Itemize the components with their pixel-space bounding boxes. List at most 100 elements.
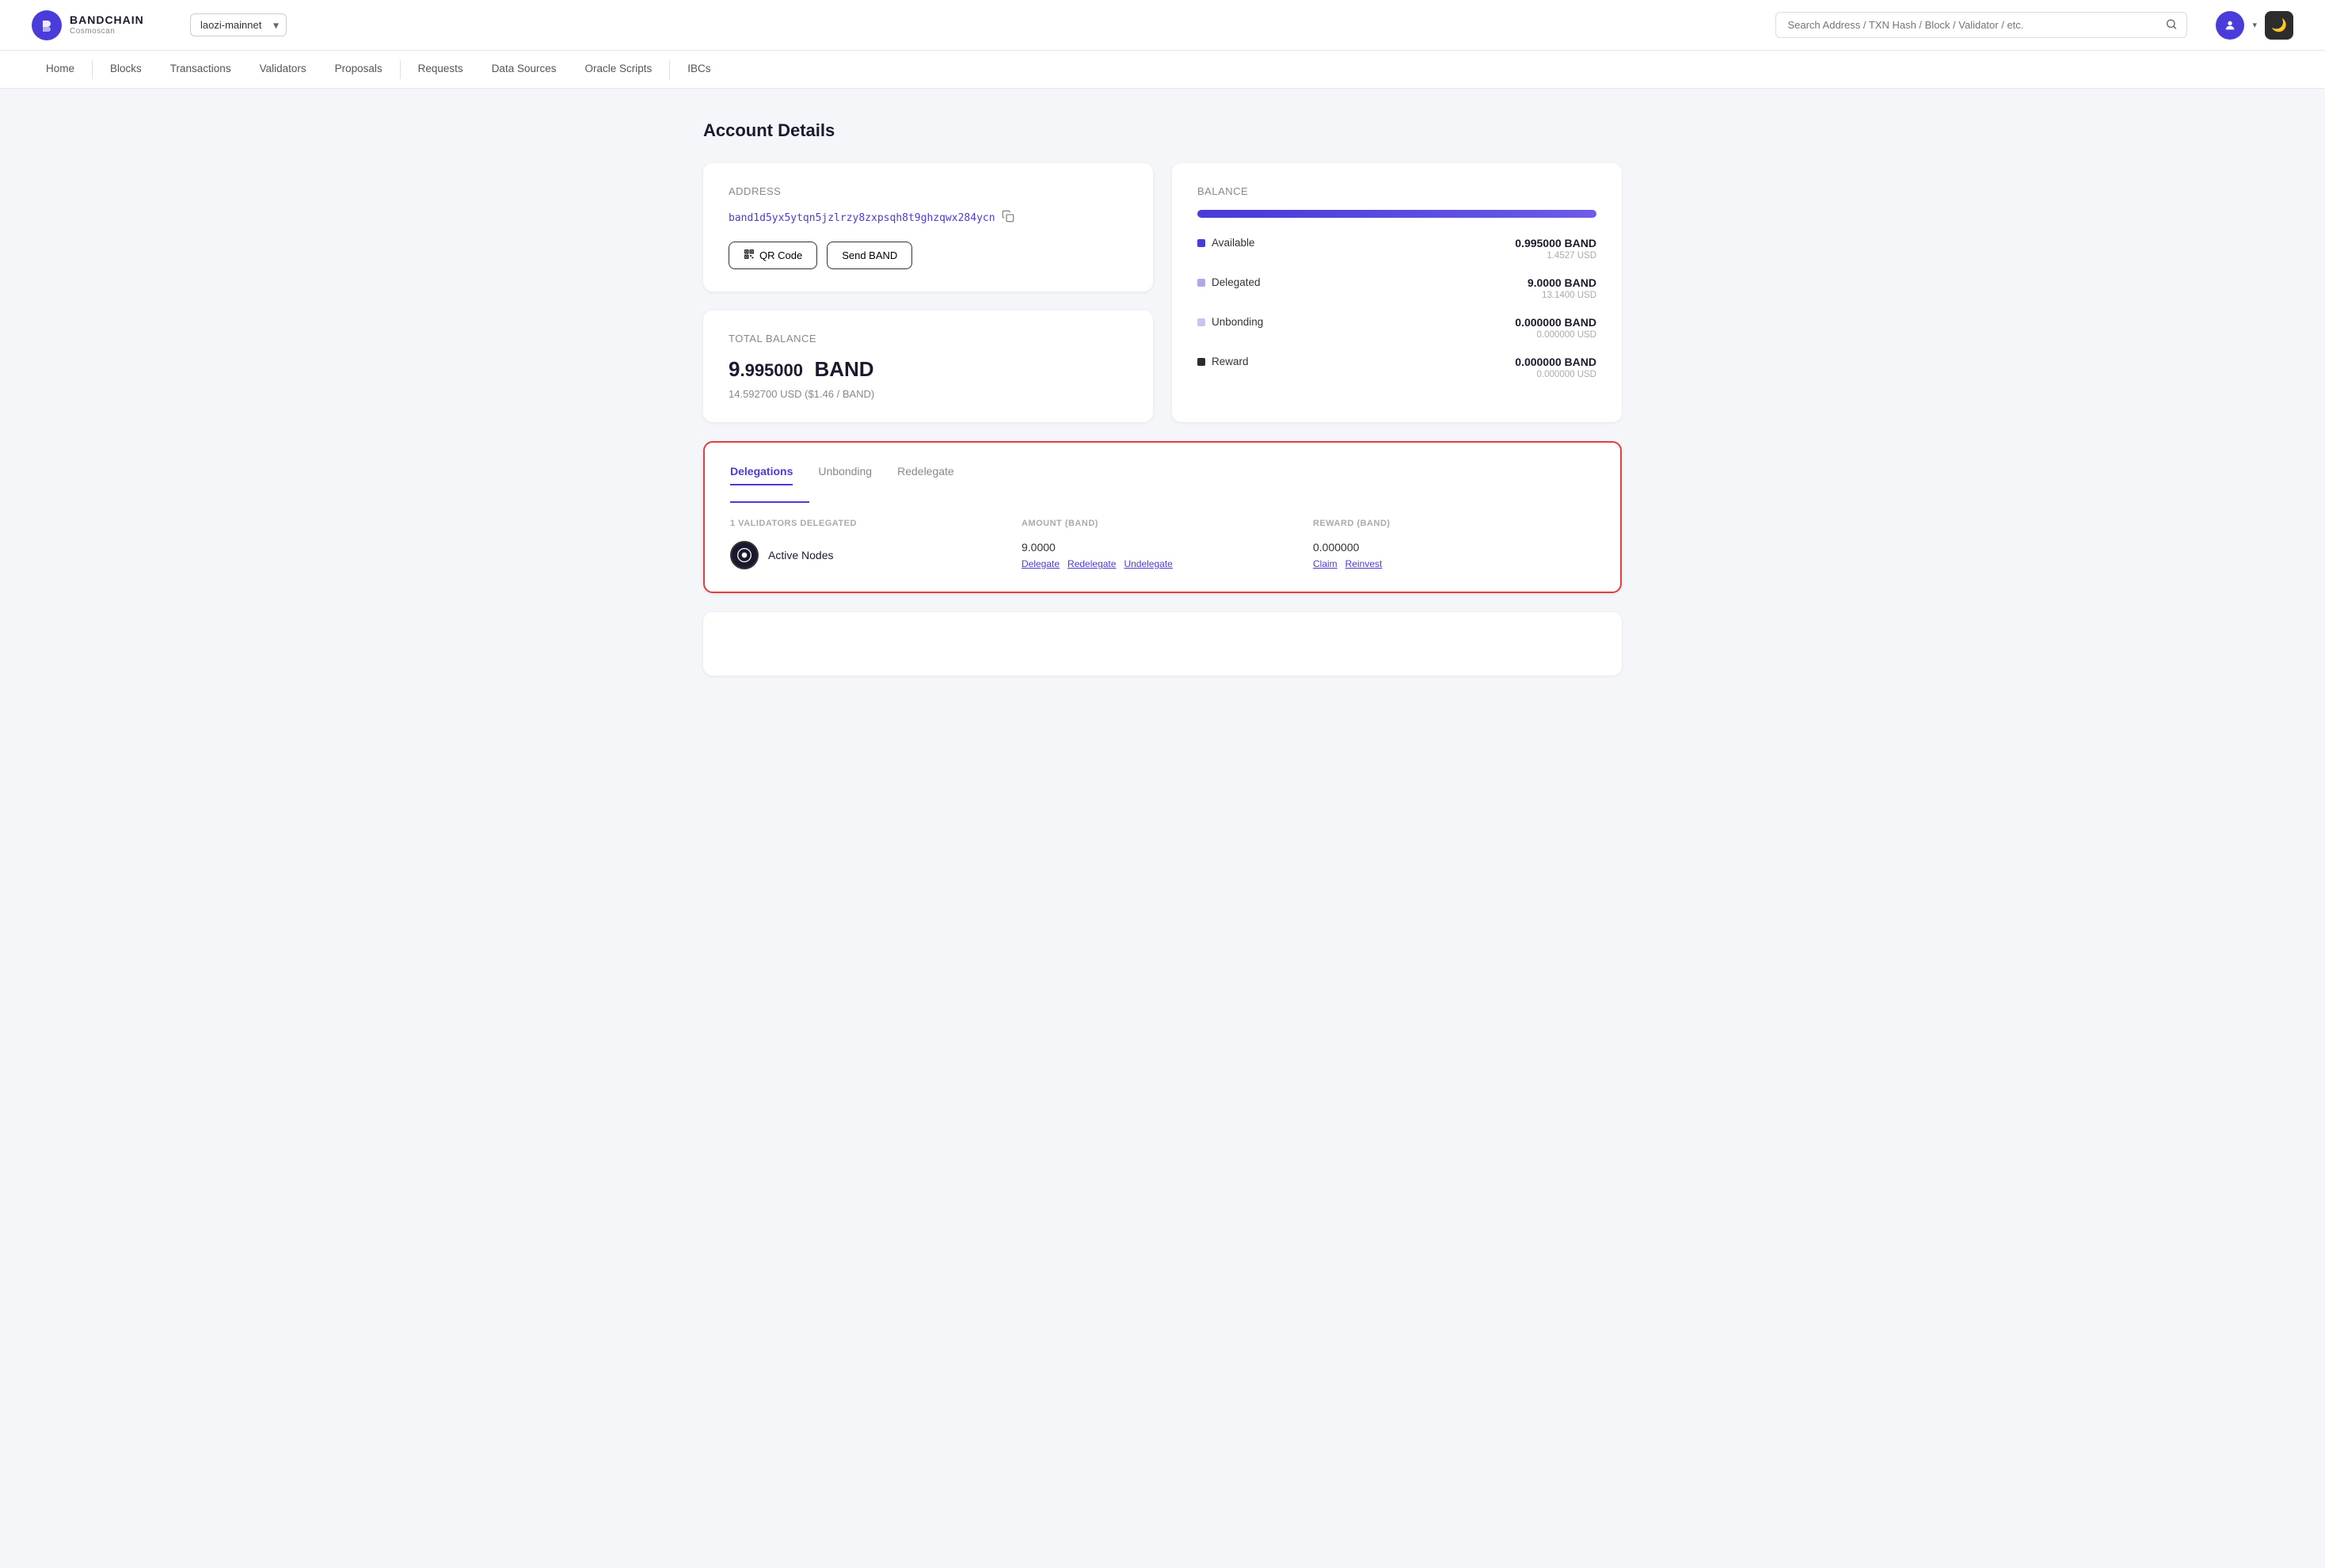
header-amount: AMOUNT (BAND) (1022, 519, 1303, 528)
brand-text: BANDCHAIN Cosmoscan (70, 14, 144, 35)
delegation-amount: 9.0000 (1022, 541, 1303, 554)
available-usd: 1.4527 USD (1515, 251, 1596, 261)
reward-label: Reward (1212, 356, 1249, 367)
main-content: Account Details Address band1d5yx5ytqn5j… (687, 89, 1638, 707)
nav-proposals[interactable]: Proposals (321, 51, 397, 89)
unbonding-values: 0.000000 BAND 0.000000 USD (1515, 316, 1596, 340)
main-nav: Home Blocks Transactions Validators Prop… (0, 51, 2325, 89)
logo-area: BANDCHAIN Cosmoscan (32, 10, 174, 40)
delegation-reward: 0.000000 (1313, 541, 1595, 554)
unbonding-label-group: Unbonding (1197, 316, 1263, 328)
address-text: band1d5yx5ytqn5jzlrzy8zxpsqh8t9ghzqwx284… (729, 212, 995, 224)
brand-name: BANDCHAIN (70, 14, 144, 26)
reward-values: 0.000000 BAND 0.000000 USD (1515, 356, 1596, 379)
balance-row-delegated: Delegated 9.0000 BAND 13.1400 USD (1197, 276, 1596, 300)
reward-label-group: Reward (1197, 356, 1249, 367)
nav-home[interactable]: Home (32, 51, 89, 89)
qr-code-label: QR Code (759, 249, 802, 261)
network-dropdown[interactable]: laozi-mainnet (190, 13, 287, 36)
network-selector[interactable]: laozi-mainnet (190, 13, 287, 36)
nav-requests[interactable]: Requests (404, 51, 478, 89)
reward-action-links: Claim Reinvest (1313, 558, 1595, 569)
header-right: ▾ 🌙 (2216, 11, 2293, 40)
validator-name: Active Nodes (768, 549, 833, 561)
available-label: Available (1212, 237, 1255, 249)
delegated-label-group: Delegated (1197, 276, 1261, 288)
reward-band: 0.000000 BAND (1515, 356, 1596, 368)
undelegate-link[interactable]: Undelegate (1124, 558, 1172, 569)
nav-divider-1 (92, 60, 93, 79)
redelegate-link[interactable]: Redelegate (1067, 558, 1116, 569)
total-balance-label: Total Balance (729, 333, 1128, 344)
header: BANDCHAIN Cosmoscan laozi-mainnet ▾ 🌙 (0, 0, 2325, 51)
search-icon (2165, 17, 2178, 32)
available-values: 0.995000 BAND 1.4527 USD (1515, 237, 1596, 261)
delegated-values: 9.0000 BAND 13.1400 USD (1528, 276, 1596, 300)
tab-redelegate[interactable]: Redelegate (897, 465, 954, 485)
nav-transactions[interactable]: Transactions (156, 51, 245, 89)
delegation-table-headers: 1 VALIDATORS DELEGATED AMOUNT (BAND) REW… (730, 519, 1595, 528)
unbonding-band: 0.000000 BAND (1515, 316, 1596, 329)
nav-data-sources[interactable]: Data Sources (478, 51, 571, 89)
copy-icon[interactable] (1002, 210, 1014, 226)
delegation-reward-col: 0.000000 Claim Reinvest (1313, 541, 1595, 569)
qr-icon (744, 249, 755, 262)
dark-mode-toggle[interactable]: 🌙 (2265, 11, 2293, 40)
search-input[interactable] (1775, 12, 2187, 38)
delegation-amount-col: 9.0000 Delegate Redelegate Undelegate (1022, 541, 1303, 569)
delegated-label: Delegated (1212, 276, 1261, 288)
left-column: Address band1d5yx5ytqn5jzlrzy8zxpsqh8t9g… (703, 163, 1153, 422)
nav-ibcs[interactable]: IBCs (673, 51, 725, 89)
send-band-button[interactable]: Send BAND (827, 242, 912, 269)
brand-sub: Cosmoscan (70, 27, 144, 36)
nav-divider-3 (669, 60, 670, 79)
balance-bar-container (1197, 210, 1596, 218)
tab-delegations[interactable]: Delegations (730, 465, 793, 485)
delegated-band: 9.0000 BAND (1528, 276, 1596, 289)
nav-oracle-scripts[interactable]: Oracle Scripts (570, 51, 666, 89)
send-band-label: Send BAND (842, 249, 897, 261)
balance-row-reward: Reward 0.000000 BAND 0.000000 USD (1197, 356, 1596, 379)
balance-whole: 9 (729, 357, 740, 381)
header-validators: 1 VALIDATORS DELEGATED (730, 519, 1012, 528)
delegation-action-links: Delegate Redelegate Undelegate (1022, 558, 1303, 569)
top-cards-row: Address band1d5yx5ytqn5jzlrzy8zxpsqh8t9g… (703, 163, 1622, 422)
user-avatar[interactable] (2216, 11, 2244, 40)
nav-divider-2 (400, 60, 401, 79)
validator-logo (730, 541, 759, 569)
unbonding-usd: 0.000000 USD (1515, 330, 1596, 340)
available-band: 0.995000 BAND (1515, 237, 1596, 249)
action-buttons: QR Code Send BAND (729, 242, 1128, 269)
total-balance-amount: 9.995000 BAND (729, 357, 1128, 382)
address-label: Address (729, 185, 1128, 197)
delegate-link[interactable]: Delegate (1022, 558, 1060, 569)
balance-unit: BAND (814, 357, 873, 381)
header-reward: REWARD (BAND) (1313, 519, 1595, 528)
total-balance-usd: 14.592700 USD ($1.46 / BAND) (729, 388, 1128, 400)
address-card: Address band1d5yx5ytqn5jzlrzy8zxpsqh8t9g… (703, 163, 1153, 291)
balance-row-unbonding: Unbonding 0.000000 BAND 0.000000 USD (1197, 316, 1596, 340)
logo-icon (32, 10, 62, 40)
validator-info: Active Nodes (730, 541, 1012, 569)
total-balance-card: Total Balance 9.995000 BAND 14.592700 US… (703, 310, 1153, 422)
table-row: Active Nodes 9.0000 Delegate Redelegate … (730, 541, 1595, 569)
delegated-dot (1197, 279, 1205, 287)
claim-link[interactable]: Claim (1313, 558, 1338, 569)
search-bar (1775, 12, 2187, 38)
avatar-chevron: ▾ (2252, 20, 2257, 30)
reinvest-link[interactable]: Reinvest (1345, 558, 1383, 569)
reward-usd: 0.000000 USD (1515, 370, 1596, 379)
balance-decimal: .995000 (740, 360, 803, 380)
unbonding-label: Unbonding (1212, 316, 1263, 328)
nav-validators[interactable]: Validators (245, 51, 321, 89)
delegation-tabs: Delegations Unbonding Redelegate (730, 465, 1595, 485)
nav-blocks[interactable]: Blocks (96, 51, 156, 89)
qr-code-button[interactable]: QR Code (729, 242, 817, 269)
balance-breakdown-card: Balance Available 0.995000 BAND 1.4527 U… (1172, 163, 1622, 422)
reward-dot (1197, 358, 1205, 366)
available-label-group: Available (1197, 237, 1255, 249)
tab-unbonding[interactable]: Unbonding (818, 465, 872, 485)
tab-active-indicator (730, 501, 809, 503)
unbonding-dot (1197, 318, 1205, 326)
delegations-card: Delegations Unbonding Redelegate 1 VALID… (703, 441, 1622, 593)
